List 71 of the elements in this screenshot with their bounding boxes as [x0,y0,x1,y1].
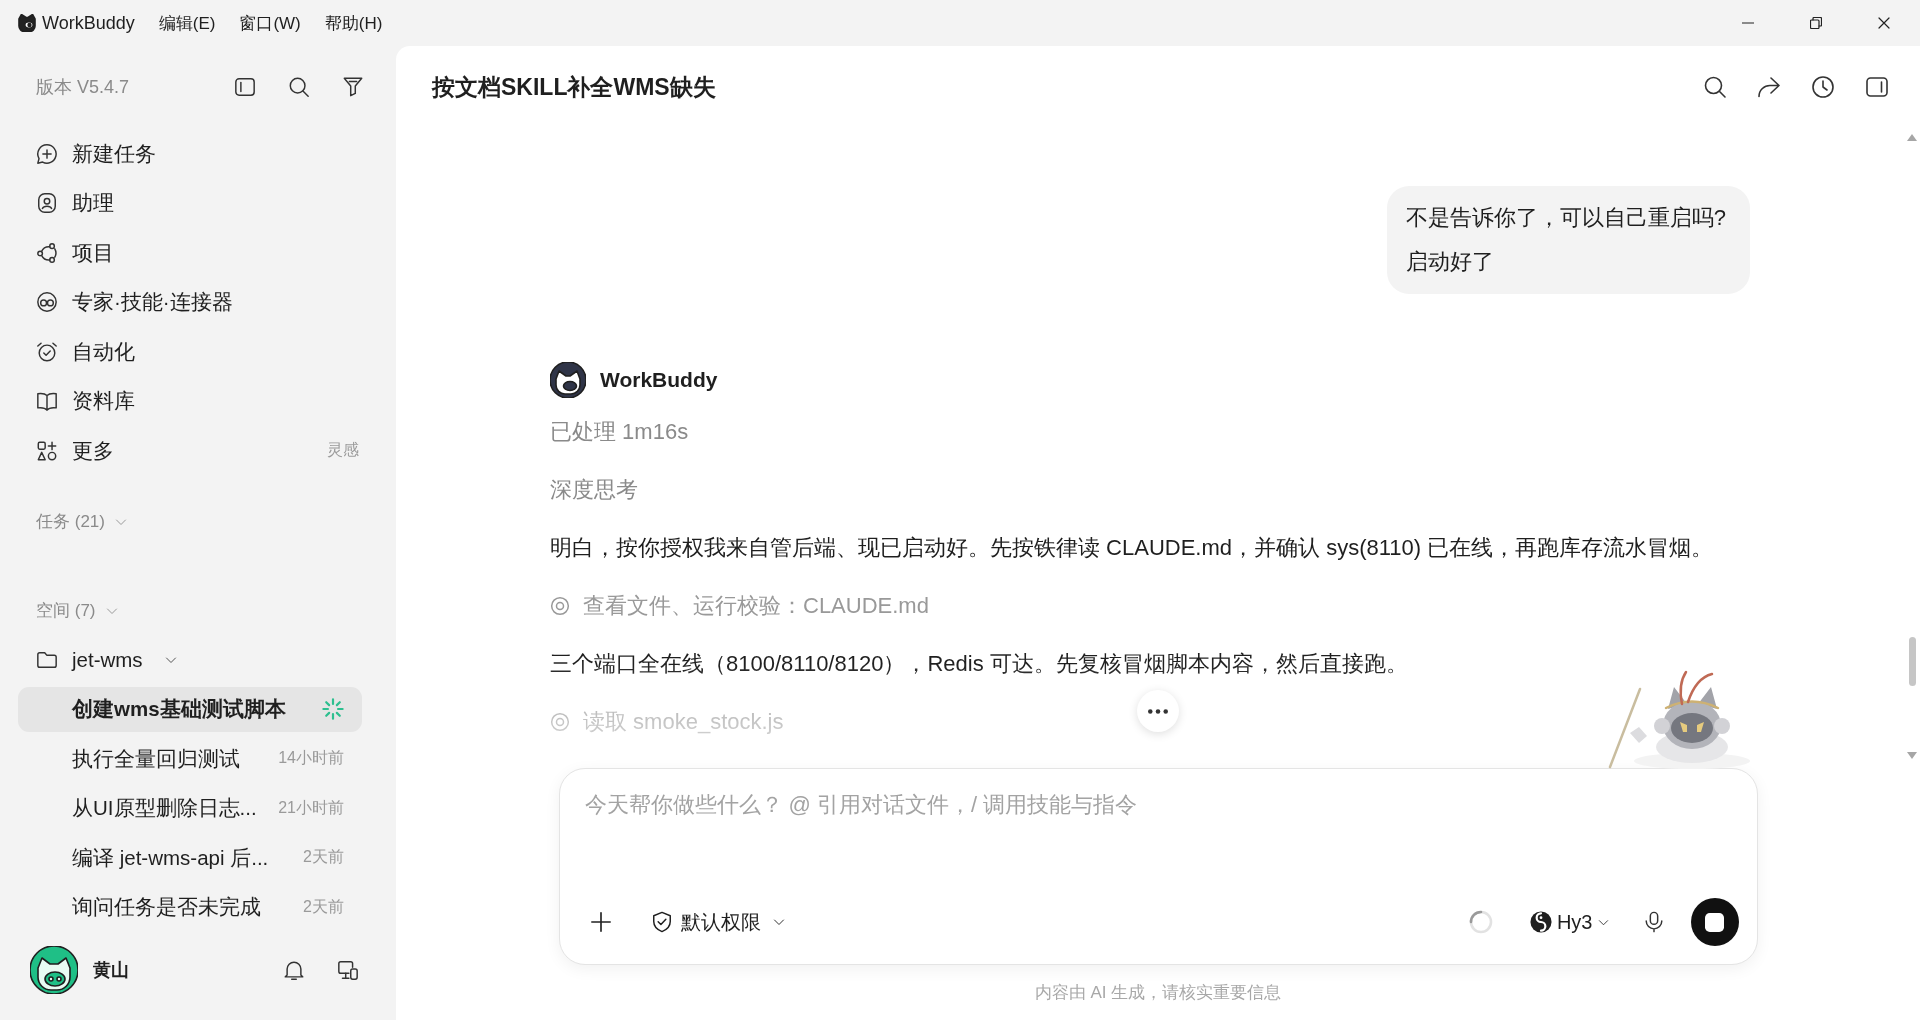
permission-dropdown[interactable]: 默认权限 [640,902,795,942]
thinking-toggle[interactable]: 深度思考 [550,469,638,511]
nav-item[interactable]: 新建任务 [18,129,362,179]
filter-icon [342,76,364,98]
more-button[interactable] [1137,690,1179,732]
plus-icon [589,911,612,933]
close-icon [1878,17,1890,29]
model-dropdown[interactable]: Hy3 [1521,902,1617,942]
chevron-icon [772,916,785,928]
task-time: 21小时前 [278,797,344,818]
space-item[interactable]: jet-wms [18,636,362,683]
concentric-circle-icon [550,596,570,616]
apps-icon [36,439,58,462]
task-item[interactable]: 从UI原型删除日志... 21小时前 [18,785,362,831]
task-item[interactable]: 创建wms基础测试脚本 [18,686,362,732]
task-item[interactable]: 询问任务是否未完成 2天前 [18,884,362,930]
message-text: 不是告诉你了，可以自己重启吗? [1405,204,1726,232]
nav-item[interactable]: 助理 [18,178,362,228]
processing-status: 已处理 1m16s [550,418,689,446]
stop-icon [1705,912,1724,932]
task-item[interactable]: 执行全量回归测试 14小时前 [18,736,362,781]
user-avatar [30,946,78,994]
user-name: 黄山 [93,959,129,982]
chat-plus-icon [36,142,58,165]
concentric-circle-icon [550,712,570,732]
nav-item[interactable]: 资料库 [18,376,362,426]
message-composer[interactable]: 今天帮你做些什么？ @ 引用对话文件，/ 调用技能与指令 默认权限 Hy3 [558,768,1758,965]
nav-hint: 灵感 [327,440,359,461]
version-label: 版本 V5.4.7 [36,76,130,99]
task-time: 2天前 [303,847,344,867]
task-time: 2天前 [303,896,344,917]
panel-icon [1865,75,1889,99]
task-item[interactable]: 编译 jet-wms-api 后... 2天前 [18,835,362,880]
search-icon [288,76,310,98]
bot-avatar [550,362,586,398]
scrollbar-thumb[interactable] [1908,637,1916,686]
chat-title: 按文档SKILL补全WMS缺失 [432,72,716,102]
menu-item[interactable]: 窗口(W) [239,11,301,35]
menu-item[interactable]: 帮助(H) [324,11,383,35]
nav-item[interactable]: 项目 [18,228,362,278]
bell-icon [283,959,305,981]
clock-icon [1811,75,1835,99]
app-name: WorkBuddy [42,12,135,34]
message-text: 启动好了 [1405,248,1494,276]
disclaimer-text: 内容由 AI 生成，请核实重要信息 [1034,982,1282,1004]
restore-icon [1810,17,1822,29]
panel-icon [234,76,256,98]
goggles-icon [36,291,58,314]
scroll-up-icon [1907,134,1917,141]
nodes-icon [36,241,58,264]
devices-icon [337,959,359,981]
message-text: 三个端口全在线（8100/8110/8120），Redis 可达。先复核冒烟脚本内容，然后直接跑。 [550,650,1408,678]
alarm-clock-icon [36,340,58,363]
nav-item[interactable]: 更多 灵感 [18,426,362,476]
app-logo-icon [18,14,36,32]
scroll-down-icon [1907,752,1917,759]
nav-item[interactable]: 专家·技能·连接器 [18,277,362,327]
share-icon [1757,75,1781,99]
stop-button[interactable] [1690,898,1739,946]
task-time: 14小时前 [278,748,344,768]
author-name: WorkBuddy [600,368,718,392]
swirl-logo-icon [1529,911,1552,933]
person-badge-icon [36,192,58,215]
menu-item[interactable]: 编辑(E) [158,11,216,35]
more-dots-icon [1148,708,1168,714]
message-input[interactable]: 今天帮你做些什么？ @ 引用对话文件，/ 调用技能与指令 [584,790,1732,888]
shield-check-icon [650,911,673,933]
book-icon [36,390,58,413]
search-icon [1703,75,1727,99]
message-text: 明白，按你授权我来自管后端、现已启动好。先按铁律读 CLAUDE.md，并确认 sys(8110) 已在线，再跑库存流水冒烟。 [550,534,1714,562]
nav-item[interactable]: 自动化 [18,327,362,377]
